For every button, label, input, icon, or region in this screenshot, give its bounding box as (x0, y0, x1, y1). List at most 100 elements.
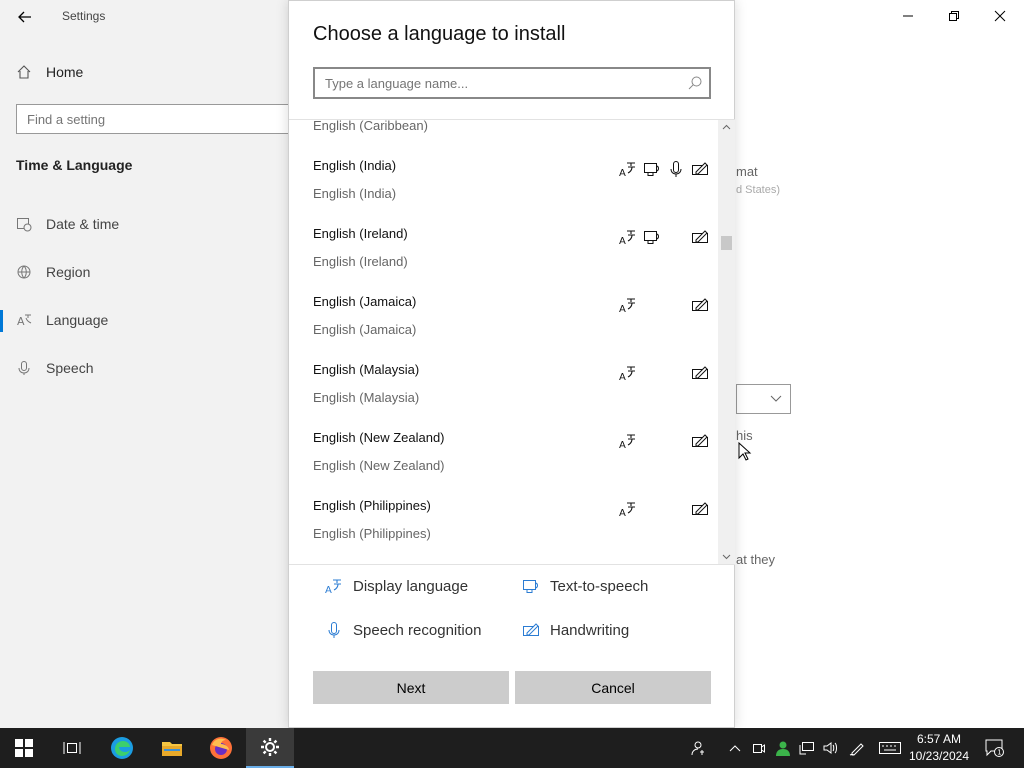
settings-taskbar-button[interactable] (246, 728, 294, 768)
language-list[interactable]: English (Caribbean) English (India) Engl… (289, 119, 735, 565)
list-item-english-ireland[interactable]: English (Ireland) English (Ireland) A (313, 226, 713, 294)
display-language-icon: A (619, 298, 635, 314)
sidebar-item-speech[interactable]: Speech (16, 360, 93, 376)
legend-display-language: A Display language (325, 577, 468, 596)
language-native-name: English (Ireland) (313, 254, 408, 269)
close-icon[interactable] (988, 4, 1012, 28)
language-native-name: English (Malaysia) (313, 390, 420, 405)
active-indicator (0, 310, 3, 332)
handwriting-icon (692, 230, 708, 243)
folder-icon (162, 742, 182, 756)
language-native-name: English (Jamaica) (313, 322, 417, 337)
bg-dropdown[interactable] (736, 384, 791, 414)
sidebar-item-label: Home (46, 64, 84, 80)
firefox-icon (210, 737, 232, 759)
display-language-icon: A (619, 230, 635, 246)
section-title: Time & Language (16, 157, 133, 173)
legend-speech-recognition: Speech recognition (325, 621, 481, 639)
chevron-up-icon[interactable] (726, 738, 744, 758)
file-explorer-button[interactable] (148, 728, 196, 768)
people-icon[interactable] (690, 738, 708, 758)
list-item-english-philippines[interactable]: English (Philippines) English (Philippin… (313, 498, 713, 564)
sidebar-item-date-time[interactable]: Date & time (16, 216, 119, 232)
text-to-speech-icon (644, 231, 659, 244)
microphone-icon (18, 361, 30, 375)
handwriting-icon (692, 298, 708, 311)
clock-date: 10/23/2024 (908, 749, 970, 763)
cancel-button[interactable]: Cancel (515, 671, 711, 704)
firefox-button[interactable] (197, 728, 245, 768)
start-button[interactable] (0, 728, 48, 768)
list-item-english-india[interactable]: English (India) English (India) A (313, 158, 713, 226)
sidebar-item-home[interactable]: Home (16, 64, 83, 80)
mouse-cursor-icon (738, 442, 752, 461)
globe-icon (17, 265, 31, 279)
language-name: English (Philippines) (313, 498, 431, 513)
meet-icon[interactable] (750, 738, 768, 758)
handwriting-icon (523, 623, 539, 636)
user-account-icon[interactable] (774, 738, 792, 758)
handwriting-icon (692, 366, 708, 379)
list-item-english-jamaica[interactable]: English (Jamaica) English (Jamaica) A (313, 294, 713, 362)
display-language-icon: A (619, 366, 635, 382)
display-language-icon: A (619, 502, 635, 518)
calendar-clock-icon (17, 218, 32, 232)
edge-browser-button[interactable] (98, 728, 146, 768)
bg-text-format: mat (736, 164, 758, 179)
language-native-name: English (Philippines) (313, 526, 431, 541)
sidebar-item-label: Speech (46, 360, 94, 376)
language-search-box[interactable] (313, 67, 711, 99)
legend-label: Handwriting (550, 621, 630, 639)
find-setting-input[interactable] (16, 104, 306, 134)
text-to-speech-icon (644, 163, 659, 176)
svg-text:A: A (619, 508, 626, 518)
list-item-english-malaysia[interactable]: English (Malaysia) English (Malaysia) A (313, 362, 713, 430)
language-name: English (Jamaica) (313, 294, 417, 309)
minimize-icon[interactable] (896, 4, 920, 28)
scroll-down-icon[interactable] (718, 550, 735, 564)
restore-icon[interactable] (942, 4, 966, 28)
app-title: Settings (62, 9, 106, 23)
handwriting-icon (692, 434, 708, 447)
language-search-input[interactable] (315, 69, 695, 97)
handwriting-icon (692, 162, 708, 175)
keyboard-icon[interactable] (878, 738, 902, 758)
scroll-up-icon[interactable] (718, 120, 735, 134)
language-icon: A (17, 314, 32, 328)
scroll-thumb[interactable] (721, 236, 732, 250)
task-view-button[interactable] (48, 728, 96, 768)
notification-center-icon[interactable]: 1 (984, 738, 1006, 758)
volume-icon[interactable] (822, 738, 840, 758)
bg-text-region: d States) (736, 184, 781, 196)
sidebar-item-region[interactable]: Region (16, 264, 90, 280)
svg-text:A: A (619, 236, 626, 246)
sidebar-item-language[interactable]: A Language (16, 312, 108, 328)
task-view-icon (63, 742, 81, 754)
text-to-speech-icon (523, 580, 538, 593)
windows-logo-icon (15, 739, 33, 757)
network-icon[interactable] (798, 738, 816, 758)
svg-text:A: A (619, 440, 626, 450)
search-icon[interactable] (687, 75, 703, 91)
pen-icon[interactable] (848, 738, 866, 758)
list-item-partial[interactable]: English (Caribbean) (313, 119, 713, 138)
find-setting-field[interactable] (17, 105, 305, 133)
sidebar-item-label: Date & time (46, 216, 120, 232)
list-item-english-new-zealand[interactable]: English (New Zealand) English (New Zeala… (313, 430, 713, 498)
dialog-title: Choose a language to install (313, 23, 566, 45)
bg-text-this: his (736, 428, 753, 443)
sidebar-item-label: Language (46, 312, 109, 328)
back-arrow-icon[interactable] (14, 6, 36, 28)
sidebar-item-label: Region (46, 264, 91, 280)
language-native-name: English (Caribbean) (313, 119, 428, 133)
next-button[interactable]: Next (313, 671, 509, 704)
svg-text:A: A (619, 168, 626, 178)
bg-text-they: at they (736, 552, 776, 567)
taskbar-clock[interactable]: 6:57 AM 10/23/2024 (906, 731, 972, 765)
list-scrollbar[interactable] (718, 120, 735, 564)
home-icon (17, 65, 31, 79)
language-name: English (New Zealand) (313, 430, 445, 445)
handwriting-icon (692, 502, 708, 515)
legend-label: Text-to-speech (550, 577, 649, 595)
svg-text:A: A (17, 315, 25, 328)
